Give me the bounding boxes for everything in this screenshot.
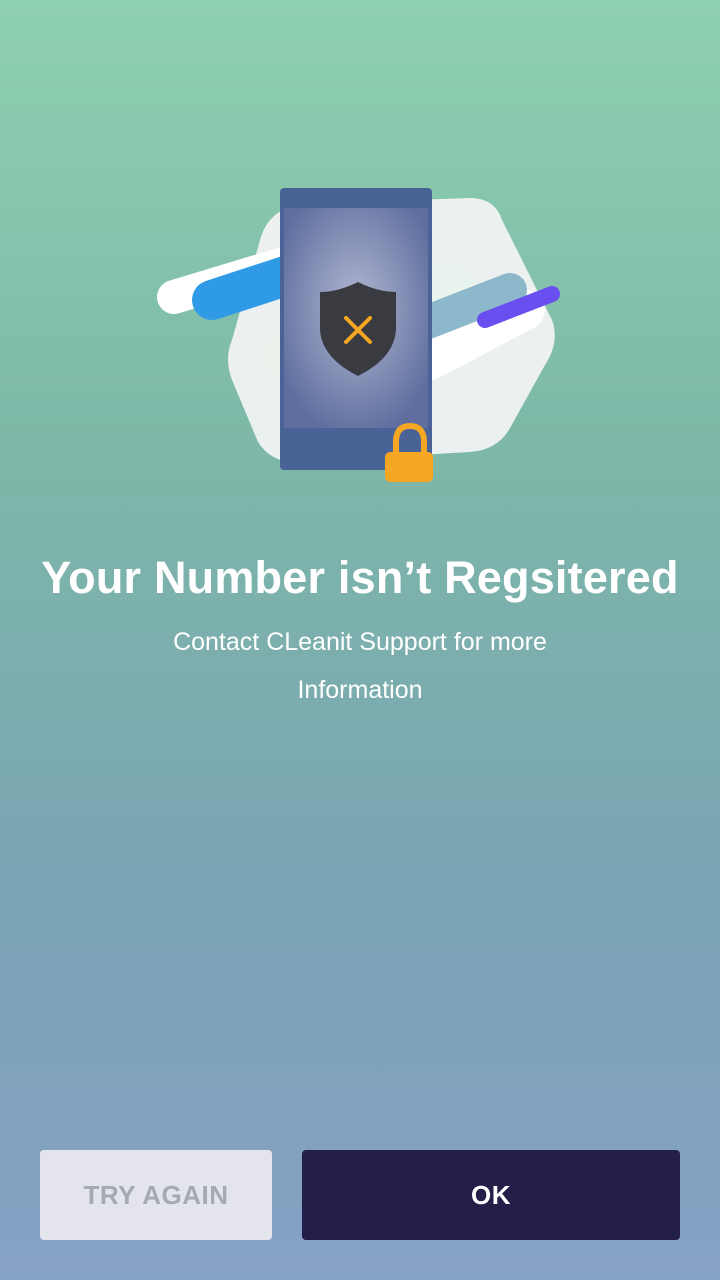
page-subtitle: Contact CLeanit Support for more Informa… (173, 628, 547, 704)
try-again-button[interactable]: TRY AGAIN (40, 1150, 272, 1240)
locked-phone-illustration (157, 188, 560, 482)
ok-button[interactable]: OK (302, 1150, 680, 1240)
page-title: Your Number isn’t Regsitered (41, 552, 679, 603)
error-illustration (150, 180, 570, 490)
